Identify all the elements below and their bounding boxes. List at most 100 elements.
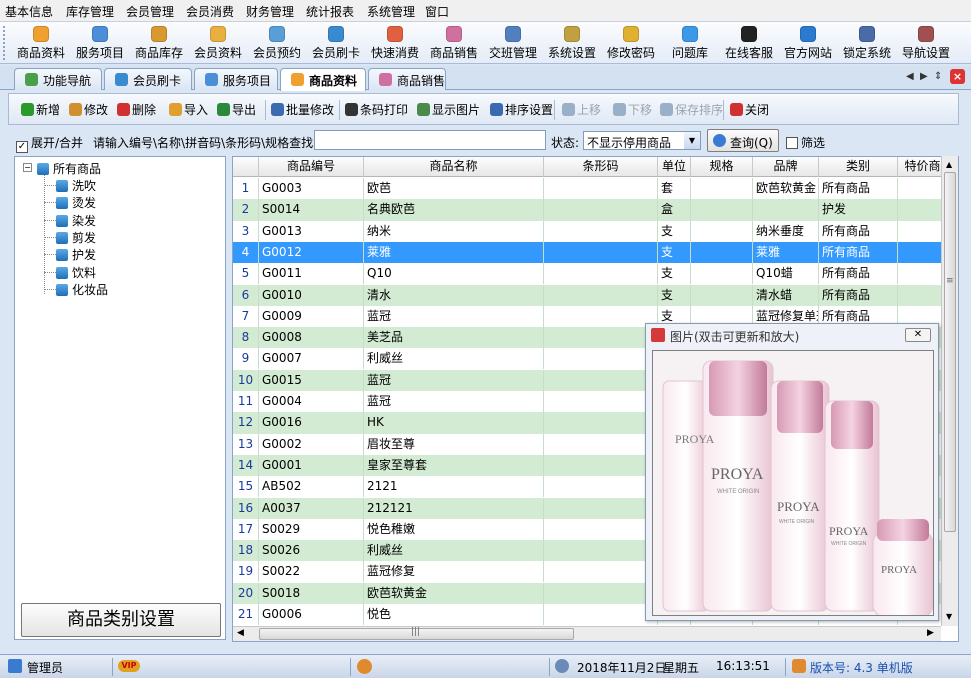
scroll-left-icon[interactable]: ◀	[237, 628, 244, 638]
toolbar-button-service[interactable]: 服务项目	[71, 24, 129, 62]
toolbar-button-ie[interactable]: 官方网站	[779, 24, 837, 62]
filter-toggle[interactable]: 筛选	[786, 134, 825, 151]
category-settings-button[interactable]: 商品类别设置	[21, 603, 221, 637]
action-close-button[interactable]: 关闭	[730, 101, 769, 118]
menu-item[interactable]: 会员消费	[186, 3, 234, 20]
toolbar-button-card[interactable]: 会员刷卡	[307, 24, 365, 62]
toolbar-button-label: 会员预约	[252, 46, 301, 60]
action-label: 导入	[184, 103, 209, 117]
column-header[interactable]: 类别	[819, 157, 898, 177]
action-add-button[interactable]: 新增	[21, 101, 60, 118]
table-row[interactable]: 4 G0012 莱雅支莱雅 所有商品	[233, 241, 942, 264]
scroll-right-icon[interactable]: ▶	[927, 628, 934, 638]
toolbar-button-label: 修改密码	[606, 46, 655, 60]
table-row[interactable]: 3 G0013 纳米 支 纳米垂度 所有商品	[233, 220, 942, 242]
toolbar-button-settings[interactable]: 系统设置	[543, 24, 601, 62]
tab-scroll-right-icon[interactable]: ▶	[920, 71, 928, 82]
action-barcode-button[interactable]: 条码打印	[345, 101, 408, 118]
tab-home[interactable]: 功能导航	[14, 68, 102, 90]
toolbar-button-nav-settings[interactable]: 导航设置	[897, 24, 955, 62]
table-cell: 皇家至尊套	[364, 454, 544, 476]
toolbar-button-goods[interactable]: 商品资料	[12, 24, 70, 62]
tree-root[interactable]: 所有商品	[37, 160, 101, 177]
menu-item[interactable]: 系统管理	[367, 3, 415, 20]
action-edit-button[interactable]: 修改	[69, 101, 108, 118]
action-batch-edit-button[interactable]: 批量修改	[271, 101, 334, 118]
toolbar-button-stock[interactable]: 商品库存	[130, 24, 188, 62]
tree-item[interactable]: 烫发	[56, 194, 96, 211]
tree-item[interactable]: 剪发	[56, 229, 96, 246]
vertical-scrollbar[interactable]: ▲ ≡ ▼	[941, 156, 958, 626]
add-icon	[21, 103, 34, 116]
brand-text-1: PROYA	[675, 432, 715, 446]
menu-item[interactable]: 窗口	[425, 3, 449, 20]
toolbar-button-shift[interactable]: 交班管理	[484, 24, 542, 62]
vertical-scroll-thumb[interactable]	[944, 172, 956, 532]
query-button[interactable]: 查询(Q)	[707, 129, 779, 152]
menu-item[interactable]: 会员管理	[126, 3, 174, 20]
tree-item[interactable]: 化妆品	[56, 281, 108, 298]
action-sort-button[interactable]: 排序设置	[490, 101, 553, 118]
table-cell: S0026	[259, 540, 364, 562]
status-select[interactable]: 不显示停用商品 ▼	[583, 131, 701, 150]
toolbar-button-appointment[interactable]: 会员预约	[248, 24, 306, 62]
image-popup[interactable]: 图片(双击可更新和放大) ✕ PROYA PROYA WHITE ORIGIN …	[645, 323, 939, 621]
tree-item[interactable]: 饮料	[56, 264, 96, 281]
sales-icon	[379, 73, 392, 86]
vip-icon: VIP	[118, 660, 140, 672]
column-header[interactable]: 单位	[658, 157, 691, 177]
action-import-button[interactable]: 导入	[169, 101, 208, 118]
expand-checkbox[interactable]: ✓	[16, 141, 28, 153]
tree-collapse-icon[interactable]: −	[23, 163, 32, 172]
table-row[interactable]: 6 G0010 清水 支 清水蜡 所有商品	[233, 284, 942, 306]
tree-item[interactable]: 洗吹	[56, 177, 96, 194]
action-delete-button[interactable]: 删除	[117, 101, 156, 118]
table-row[interactable]: 5 G0011 Q10 支 Q10蜡 所有商品	[233, 263, 942, 285]
menu-item[interactable]: 基本信息	[5, 3, 53, 20]
tree-item[interactable]: 护发	[56, 246, 96, 263]
sort-icon	[490, 103, 503, 116]
menu-item[interactable]: 库存管理	[66, 3, 114, 20]
expand-toggle[interactable]: ✓ 展开/合并	[16, 134, 83, 153]
column-header[interactable]	[233, 157, 259, 177]
table-cell: 蓝冠	[364, 369, 544, 391]
tab-scroll-left-icon[interactable]: ◀	[906, 71, 914, 82]
filter-checkbox[interactable]	[786, 137, 798, 149]
tree-item[interactable]: 染发	[56, 212, 96, 229]
table-cell: 所有商品	[819, 241, 898, 263]
toolbar-button-lock[interactable]: 锁定系统	[838, 24, 896, 62]
search-input[interactable]	[314, 130, 546, 150]
tab-service[interactable]: 服务项目	[194, 68, 278, 90]
table-cell: 支	[658, 220, 691, 242]
scroll-up-icon[interactable]: ▲	[946, 160, 952, 169]
tab-goods[interactable]: 商品资料	[280, 68, 366, 91]
toolbar-button-password[interactable]: 修改密码	[602, 24, 660, 62]
toolbar-button-member[interactable]: 会员资料	[189, 24, 247, 62]
column-header[interactable]: 商品名称	[364, 157, 544, 177]
action-image-button[interactable]: 显示图片	[417, 101, 480, 118]
tab-sales[interactable]: 商品销售	[368, 68, 446, 90]
horizontal-scrollbar[interactable]: ◀ ||| ▶	[233, 626, 941, 641]
scroll-down-icon[interactable]: ▼	[946, 612, 952, 621]
action-export-button[interactable]: 导出	[217, 101, 256, 118]
toolbar-button-label: 在线客服	[724, 46, 773, 60]
column-header[interactable]: 规格	[691, 157, 753, 177]
table-row[interactable]: 2 S0014 名典欧芭 盒 护发	[233, 199, 942, 221]
menu-item[interactable]: 统计报表	[306, 3, 354, 20]
close-tab-icon[interactable]: ×	[950, 69, 965, 84]
column-header[interactable]: 商品编号	[259, 157, 364, 177]
column-header[interactable]: 品牌	[753, 157, 819, 177]
chevron-down-icon[interactable]: ▼	[684, 132, 700, 149]
toolbar-button-switch[interactable]: 更换	[956, 24, 971, 62]
toolbar-button-fast-pay[interactable]: 快速消费	[366, 24, 424, 62]
toolbar-button-sales[interactable]: 商品销售	[425, 24, 483, 62]
column-header[interactable]: 条形码	[544, 157, 658, 177]
tab-list-icon[interactable]: ⇕	[934, 71, 942, 82]
tab-card[interactable]: 会员刷卡	[104, 68, 192, 90]
toolbar-button-faq[interactable]: 问题库	[661, 24, 719, 62]
popup-close-button[interactable]: ✕	[905, 328, 931, 342]
product-image[interactable]: PROYA PROYA WHITE ORIGIN PROYA WHITE ORI…	[652, 350, 934, 616]
toolbar-button-qq[interactable]: 在线客服	[720, 24, 778, 62]
table-row[interactable]: 1 G0003 欧芭 套 欧芭软黄金 所有商品	[233, 178, 942, 199]
menu-item[interactable]: 财务管理	[246, 3, 294, 20]
